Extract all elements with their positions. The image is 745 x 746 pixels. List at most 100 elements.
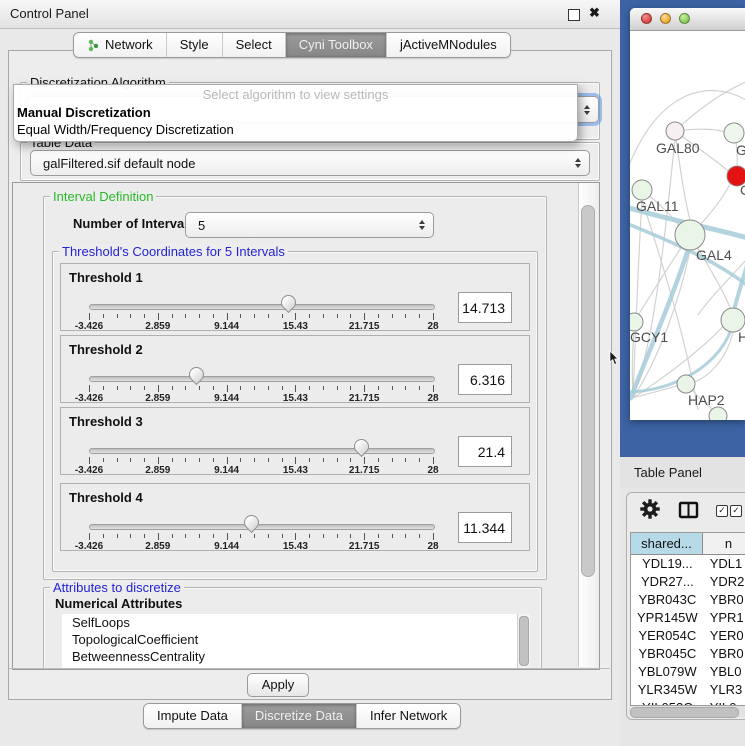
- slider-tick: [89, 313, 90, 320]
- list-scrollbar-thumb[interactable]: [519, 616, 529, 666]
- close-traffic-light[interactable]: [641, 13, 652, 24]
- slider-tick: [350, 534, 351, 538]
- slider-tick: [268, 386, 269, 390]
- tab-infer-network[interactable]: Infer Network: [356, 704, 460, 728]
- tab-style[interactable]: Style: [166, 33, 222, 57]
- slider-track[interactable]: [89, 376, 435, 382]
- network-node-label: HAP2: [688, 392, 725, 408]
- table-row[interactable]: YLR345WYLR3: [631, 681, 745, 699]
- network-node[interactable]: [709, 407, 727, 420]
- slider-scale-label: 2.859: [136, 393, 180, 404]
- vertical-scrollbar-thumb[interactable]: [581, 205, 595, 577]
- threshold-value-field[interactable]: 11.344: [458, 512, 512, 543]
- tab-network[interactable]: Network: [74, 33, 166, 57]
- slider-scale-label: 9.144: [205, 321, 249, 332]
- divider: [9, 668, 610, 669]
- column-header-2[interactable]: n: [703, 533, 745, 555]
- network-node-ga[interactable]: [724, 123, 744, 143]
- control-panel-titlebar: Control Panel ✖: [0, 0, 620, 29]
- slider-scale-label: 15.43: [273, 393, 317, 404]
- network-edge-thick: [734, 262, 745, 310]
- column-header-1[interactable]: shared...: [631, 533, 703, 555]
- slider-scale-label: 9.144: [205, 465, 249, 476]
- table-cell: YIL052C: [631, 699, 704, 706]
- table-row[interactable]: YDL19...YDL1: [631, 555, 745, 573]
- tab-jactivemnodules[interactable]: jActiveMNodules: [386, 33, 510, 57]
- slider-tick: [282, 314, 283, 318]
- slider-tick: [433, 385, 434, 392]
- dropdown-item-manual-discretization[interactable]: Manual Discretization: [17, 105, 151, 120]
- slider-track[interactable]: [89, 524, 435, 530]
- threshold-value-field[interactable]: 21.4: [458, 436, 512, 467]
- table-cell: YPR1: [704, 609, 745, 627]
- horizontal-scrollbar-thumb[interactable]: [630, 707, 739, 718]
- minimize-traffic-light[interactable]: [660, 13, 671, 24]
- table-data-combobox-value: galFiltered.sif default node: [31, 156, 575, 171]
- number-of-intervals-combobox[interactable]: 5: [185, 212, 434, 238]
- table-row[interactable]: YBR043CYBR0: [631, 591, 745, 609]
- slider-tick: [144, 458, 145, 462]
- network-node-gal80[interactable]: [666, 122, 684, 140]
- column-selector-icon[interactable]: [678, 501, 699, 524]
- checkbox-icon-1[interactable]: ✓: [716, 505, 728, 517]
- slider-tick: [144, 534, 145, 538]
- slider-tick: [117, 458, 118, 462]
- zoom-traffic-light[interactable]: [679, 13, 690, 24]
- apply-button[interactable]: Apply: [247, 673, 309, 697]
- slider-tick: [254, 314, 255, 318]
- numerical-attributes-list[interactable]: SelfLoopsTopologicalCoefficientBetweenne…: [62, 614, 517, 668]
- network-canvas[interactable]: GAL80GACGAL11GAL4GCY1HHAP2: [630, 30, 745, 420]
- table-data-combobox[interactable]: galFiltered.sif default node: [30, 150, 590, 176]
- interval-definition-label: Interval Definition: [50, 189, 156, 204]
- tab-label: Infer Network: [370, 704, 447, 728]
- threshold-value-field[interactable]: 14.713: [458, 292, 512, 323]
- network-node-gal4[interactable]: [675, 220, 705, 250]
- table-cell: YDL19...: [631, 555, 704, 573]
- table-row[interactable]: YIL052CYIL0: [631, 699, 745, 706]
- combo-arrows-icon: [584, 105, 590, 115]
- close-icon[interactable]: ✖: [589, 5, 600, 21]
- table-row[interactable]: YER054CYER0: [631, 627, 745, 645]
- checkbox-icon-2[interactable]: ✓: [730, 505, 742, 517]
- slider-tick: [89, 385, 90, 392]
- slider-tick: [130, 386, 131, 390]
- slider-tick: [323, 386, 324, 390]
- slider-tick: [309, 314, 310, 318]
- network-node-hap2[interactable]: [677, 375, 695, 393]
- network-node-gal11[interactable]: [632, 180, 652, 200]
- network-node-label: GCY1: [630, 329, 668, 345]
- slider-scale-label: 28: [411, 321, 455, 332]
- tab-select[interactable]: Select: [222, 33, 285, 57]
- slider-tick: [185, 314, 186, 318]
- table-row[interactable]: YPR145WYPR1: [631, 609, 745, 627]
- tab-label: Select: [236, 33, 272, 57]
- slider-tick: [392, 534, 393, 538]
- attributes-group-label: Attributes to discretize: [50, 580, 184, 595]
- slider-tick: [309, 534, 310, 538]
- tab-cyni-toolbox[interactable]: Cyni Toolbox: [285, 33, 386, 57]
- combo-arrows-icon: [419, 220, 425, 230]
- slider-tick: [240, 534, 241, 538]
- slider-track[interactable]: [89, 448, 435, 454]
- slider-tick: [378, 386, 379, 390]
- dropdown-item-equal-width-frequency[interactable]: Equal Width/Frequency Discretization: [17, 122, 234, 137]
- list-item[interactable]: TopologicalCoefficient: [62, 631, 517, 648]
- float-window-icon[interactable]: [568, 9, 580, 21]
- list-item[interactable]: BetweennessCentrality: [62, 648, 517, 665]
- settings-gear-icon[interactable]: [640, 499, 660, 524]
- tab-impute-data[interactable]: Impute Data: [144, 704, 241, 728]
- slider-track[interactable]: [89, 304, 435, 310]
- network-node-label: H: [738, 329, 745, 345]
- threshold-label: Threshold 1: [69, 270, 143, 285]
- list-item[interactable]: SelfLoops: [62, 614, 517, 631]
- slider-scale-label: 21.715: [342, 321, 386, 332]
- table-row[interactable]: YDR27...YDR2: [631, 573, 745, 591]
- threshold-value-field[interactable]: 6.316: [458, 364, 512, 395]
- table-cell: YLR3: [704, 681, 745, 699]
- table-row[interactable]: YBL079WYBL0: [631, 663, 745, 681]
- tab-discretize-data[interactable]: Discretize Data: [241, 704, 356, 728]
- table-row[interactable]: YBR045CYBR0: [631, 645, 745, 663]
- threshold-panel-2: Threshold 2-3.4262.8599.14415.4321.71528…: [60, 335, 530, 403]
- node-table[interactable]: shared...nYDL19...YDL1YDR27...YDR2YBR043…: [630, 532, 745, 706]
- slider-tick: [89, 457, 90, 464]
